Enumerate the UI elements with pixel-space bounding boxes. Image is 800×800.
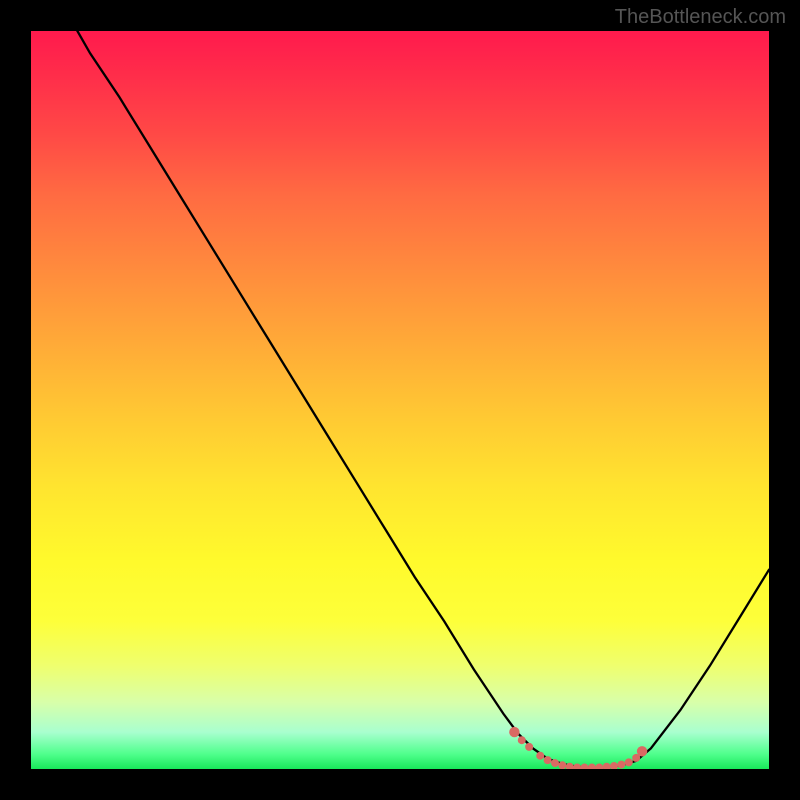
bottleneck-curve-line [31, 31, 769, 768]
marker-dot [551, 759, 559, 767]
marker-dot [588, 764, 596, 769]
marker-dot [558, 761, 566, 769]
marker-dot [625, 758, 633, 766]
marker-dot [525, 743, 533, 751]
chart-plot-area [31, 31, 769, 769]
marker-dot [603, 763, 611, 769]
marker-dot [518, 736, 526, 744]
chart-svg [31, 31, 769, 769]
marker-dot [581, 764, 589, 769]
marker-dot [536, 752, 544, 760]
marker-dot [637, 746, 647, 756]
watermark-text: TheBottleneck.com [615, 6, 786, 29]
optimal-range-markers [509, 727, 647, 769]
marker-dot [573, 764, 581, 769]
marker-dot [544, 756, 552, 764]
marker-dot [617, 761, 625, 769]
marker-dot [595, 764, 603, 769]
marker-dot [610, 762, 618, 769]
marker-dot [509, 727, 519, 737]
